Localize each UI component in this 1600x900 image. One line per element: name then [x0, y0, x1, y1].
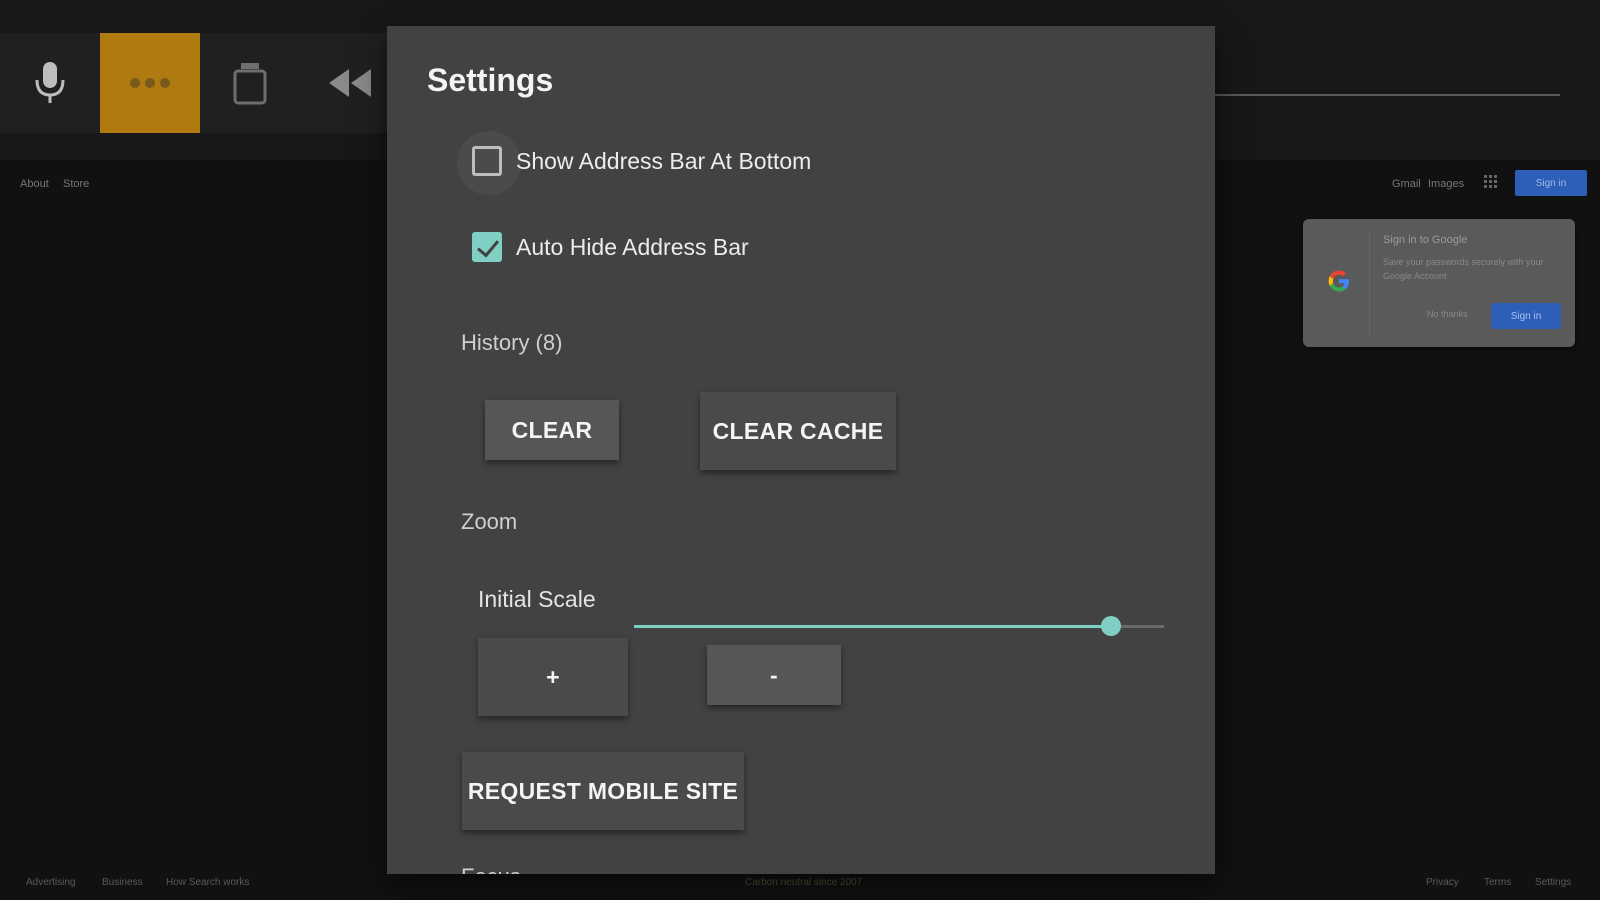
sign-in-button[interactable]: Sign in [1515, 170, 1587, 196]
address-bar-underline [1215, 94, 1560, 96]
apps-grid-icon[interactable] [1484, 175, 1498, 189]
show-address-bar-bottom-label: Show Address Bar At Bottom [516, 147, 812, 174]
footer-terms-link[interactable]: Terms [1484, 877, 1511, 888]
rewind-button[interactable] [300, 33, 400, 133]
footer-business-link[interactable]: Business [102, 877, 143, 888]
slider-fill [634, 625, 1111, 628]
microphone-button[interactable] [0, 33, 100, 133]
zoom-out-button[interactable]: - [707, 645, 841, 705]
auto-hide-address-bar-checkbox[interactable] [472, 232, 502, 262]
tab-icon [233, 63, 267, 105]
card-description: Save your passwords securely with your G… [1383, 257, 1544, 281]
dialog-title: Settings [427, 62, 554, 98]
show-address-bar-bottom-option[interactable]: Show Address Bar At Bottom [472, 146, 811, 176]
auto-hide-address-bar-option[interactable]: Auto Hide Address Bar [472, 232, 749, 262]
images-link[interactable]: Images [1428, 178, 1464, 190]
no-thanks-button[interactable]: No thanks [1427, 309, 1468, 319]
gmail-link[interactable]: Gmail [1392, 178, 1421, 190]
footer-how-search-works-link[interactable]: How Search works [166, 877, 249, 888]
more-icon [130, 78, 170, 88]
footer-privacy-link[interactable]: Privacy [1426, 877, 1459, 888]
initial-scale-slider[interactable] [634, 616, 1164, 636]
screen: About Store Gmail Images Sign in Sign in… [0, 0, 1600, 900]
about-link[interactable]: About [20, 178, 49, 190]
card-divider [1369, 229, 1370, 337]
focus-section-label: Focus [461, 864, 521, 874]
google-sign-in-card: Sign in to Google Save your passwords se… [1303, 219, 1575, 347]
google-logo-icon [1328, 270, 1349, 292]
clear-cache-button[interactable]: CLEAR CACHE [700, 392, 896, 470]
show-address-bar-bottom-checkbox[interactable] [472, 146, 502, 176]
initial-scale-label: Initial Scale [478, 586, 596, 612]
slider-thumb[interactable] [1101, 616, 1121, 636]
footer-settings-link[interactable]: Settings [1535, 877, 1571, 888]
zoom-in-button[interactable]: + [478, 638, 628, 716]
zoom-label: Zoom [461, 509, 518, 534]
history-label: History (8) [461, 330, 563, 355]
microphone-icon [35, 62, 65, 103]
tabs-button[interactable] [200, 33, 300, 133]
footer-carbon-text: Carbon neutral since 2007 [745, 877, 863, 888]
card-title: Sign in to Google [1383, 234, 1468, 246]
clear-history-button[interactable]: CLEAR [485, 400, 619, 460]
rewind-icon [329, 69, 371, 97]
card-sign-in-button[interactable]: Sign in [1491, 303, 1561, 329]
request-mobile-site-button[interactable]: REQUEST MOBILE SITE [462, 752, 744, 830]
auto-hide-address-bar-label: Auto Hide Address Bar [516, 233, 749, 260]
more-button[interactable] [100, 33, 200, 133]
settings-dialog: Settings Show Address Bar At Bottom Auto… [387, 26, 1215, 874]
store-link[interactable]: Store [63, 178, 89, 190]
footer-advertising-link[interactable]: Advertising [26, 877, 75, 888]
